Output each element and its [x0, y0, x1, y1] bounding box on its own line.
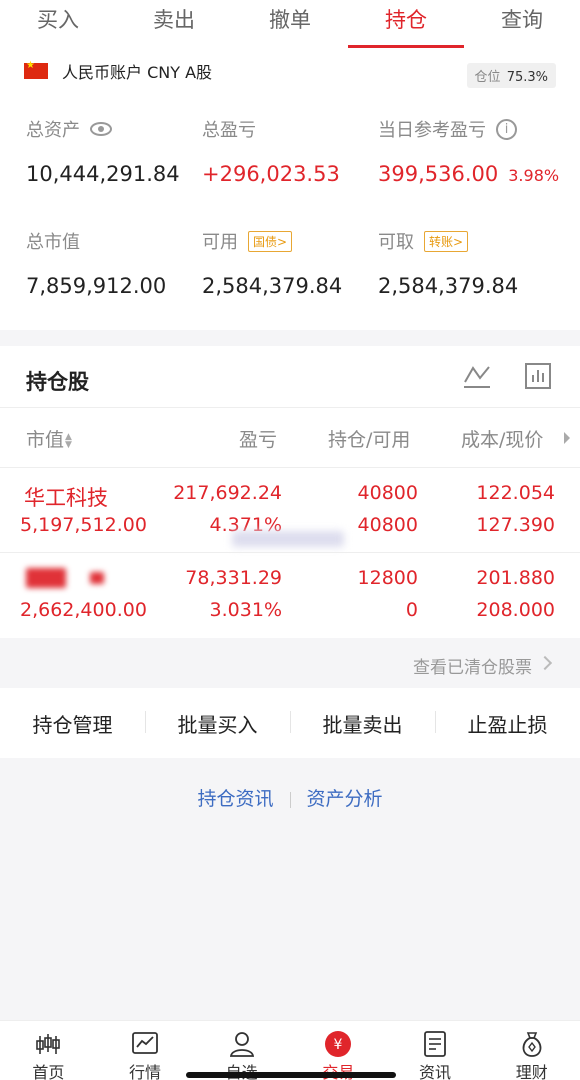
- stock-price: 127.390: [476, 514, 555, 536]
- stock-position: 40800: [357, 482, 418, 504]
- nav-news[interactable]: 资讯: [387, 1021, 484, 1080]
- account-name: 人民币账户 CNY A股: [62, 63, 213, 82]
- nav-home[interactable]: 首页: [0, 1021, 97, 1080]
- daily-pnl-label: 当日参考盈亏: [378, 120, 486, 141]
- total-assets-value: 10,444,291.84: [26, 162, 180, 186]
- daily-pnl: 当日参考盈亏 i 399,536.00 3.98%: [378, 116, 559, 186]
- stock-available: 40800: [357, 514, 418, 536]
- home-indicator[interactable]: [186, 1072, 396, 1078]
- holdings-actions: 持仓管理 批量买入 批量卖出 止盈止损: [0, 688, 580, 758]
- stop-profit-loss-button[interactable]: 止盈止损: [435, 709, 580, 738]
- treasury-bond-tag[interactable]: 国债>: [248, 230, 293, 252]
- available-label: 可用: [202, 232, 238, 253]
- eye-icon[interactable]: [90, 122, 112, 136]
- market-chart-icon: [132, 1032, 158, 1054]
- bar-chart-icon[interactable]: [524, 362, 552, 390]
- total-pnl-value: +296,023.53: [202, 162, 340, 186]
- svg-text:¥: ¥: [334, 1037, 343, 1053]
- trend-chart-icon[interactable]: [462, 362, 492, 390]
- china-flag-icon: [24, 60, 48, 79]
- position-management-button[interactable]: 持仓管理: [0, 709, 145, 738]
- stock-name: 华工科技: [24, 486, 108, 510]
- stock-price: 208.000: [476, 599, 555, 621]
- holdings-section: 持仓股 市值▲ ▼ 盈亏 持仓/可用 成本/现价 华工科技 5,197,512.0…: [0, 346, 580, 638]
- stock-market-value: 2,662,400.00: [20, 599, 147, 621]
- stock-pnl: 217,692.24: [173, 482, 282, 504]
- batch-sell-button[interactable]: 批量卖出: [290, 709, 435, 738]
- transfer-tag[interactable]: 转账>: [424, 230, 469, 252]
- nav-home-label: 首页: [32, 1063, 65, 1080]
- holdings-title: 持仓股: [26, 370, 89, 394]
- stock-cost: 122.054: [476, 482, 555, 504]
- position-ratio-badge: 仓位 75.3%: [466, 63, 556, 88]
- redaction-blur: [232, 531, 344, 547]
- candlestick-icon: [36, 1034, 61, 1054]
- withdrawable-label: 可取: [378, 232, 414, 253]
- cleared-stocks-label: 查看已清仓股票: [413, 658, 532, 678]
- stock-pnl: 78,331.29: [185, 567, 282, 589]
- column-pnl[interactable]: 盈亏: [239, 425, 277, 452]
- link-separator: [289, 791, 291, 808]
- info-icon[interactable]: i: [496, 118, 517, 140]
- nav-news-label: 资讯: [419, 1063, 452, 1080]
- column-market-value[interactable]: 市值▲ ▼: [26, 425, 72, 452]
- nav-wealth[interactable]: 理财: [483, 1021, 580, 1080]
- position-ratio-label: 仓位: [474, 70, 501, 85]
- position-ratio-value: 75.3%: [506, 70, 548, 85]
- market-value: 总市值 7,859,912.00: [26, 228, 166, 298]
- user-icon: [229, 1032, 254, 1057]
- total-assets-label: 总资产: [26, 120, 80, 141]
- stock-position: 12800: [357, 567, 418, 589]
- tab-query[interactable]: 查询: [464, 0, 580, 50]
- chevron-right-icon: [537, 655, 553, 671]
- stock-pnl-pct: 3.031%: [209, 599, 282, 621]
- trade-tabs: 买入 卖出 撤单 持仓 查询: [0, 0, 580, 50]
- total-assets: 总资产 10,444,291.84: [26, 116, 180, 186]
- total-pnl-label: 总盈亏: [202, 120, 256, 141]
- info-links: 持仓资讯 资产分析: [0, 784, 580, 811]
- tab-buy[interactable]: 买入: [0, 0, 116, 50]
- market-value-value: 7,859,912.00: [26, 274, 167, 298]
- scroll-right-icon[interactable]: [564, 432, 570, 444]
- account-summary: 人民币账户 CNY A股 仓位 75.3% 总资产 10,444,291.84 …: [0, 50, 580, 330]
- market-value-label: 总市值: [26, 232, 80, 253]
- account-selector[interactable]: 人民币账户 CNY A股: [24, 59, 212, 83]
- stock-available: 0: [405, 599, 418, 621]
- tab-sell[interactable]: 卖出: [116, 0, 232, 50]
- sort-icon: ▲ ▼: [65, 431, 72, 450]
- batch-buy-button[interactable]: 批量买入: [145, 709, 290, 738]
- tab-cancel[interactable]: 撤单: [232, 0, 348, 50]
- stock-cost: 201.880: [476, 567, 555, 589]
- divider: [0, 552, 580, 553]
- holdings-news-link[interactable]: 持仓资讯: [197, 788, 273, 810]
- column-market-value-label: 市值: [26, 429, 65, 451]
- cleared-stocks-link[interactable]: 查看已清仓股票: [0, 638, 580, 688]
- nav-market[interactable]: 行情: [97, 1021, 194, 1080]
- stock-market-value: 5,197,512.00: [20, 514, 147, 536]
- daily-pnl-value: 399,536.00: [378, 162, 499, 186]
- column-position[interactable]: 持仓/可用: [328, 425, 410, 452]
- redacted-stock-name: [26, 568, 66, 588]
- asset-analysis-link[interactable]: 资产分析: [307, 788, 383, 810]
- bottom-nav: 首页 行情 自选 ¥ 交易 资讯: [0, 1020, 580, 1080]
- daily-pnl-pct: 3.98%: [508, 166, 560, 185]
- divider: [0, 407, 580, 408]
- document-icon: [424, 1031, 446, 1057]
- available-value: 2,584,379.84: [202, 274, 343, 298]
- redacted-stock-name: [90, 572, 104, 584]
- nav-wealth-label: 理财: [515, 1063, 548, 1080]
- divider: [0, 467, 580, 468]
- tab-holdings[interactable]: 持仓: [348, 0, 464, 50]
- nav-market-label: 行情: [129, 1063, 162, 1080]
- money-bag-icon: [522, 1032, 542, 1057]
- yuan-icon: ¥: [325, 1031, 352, 1057]
- column-cost[interactable]: 成本/现价: [461, 425, 543, 452]
- available-funds: 可用 国债> 2,584,379.84: [202, 228, 342, 298]
- withdrawable-funds: 可取 转账> 2,584,379.84: [378, 228, 518, 298]
- withdrawable-value: 2,584,379.84: [378, 274, 519, 298]
- total-pnl: 总盈亏 +296,023.53: [202, 116, 340, 186]
